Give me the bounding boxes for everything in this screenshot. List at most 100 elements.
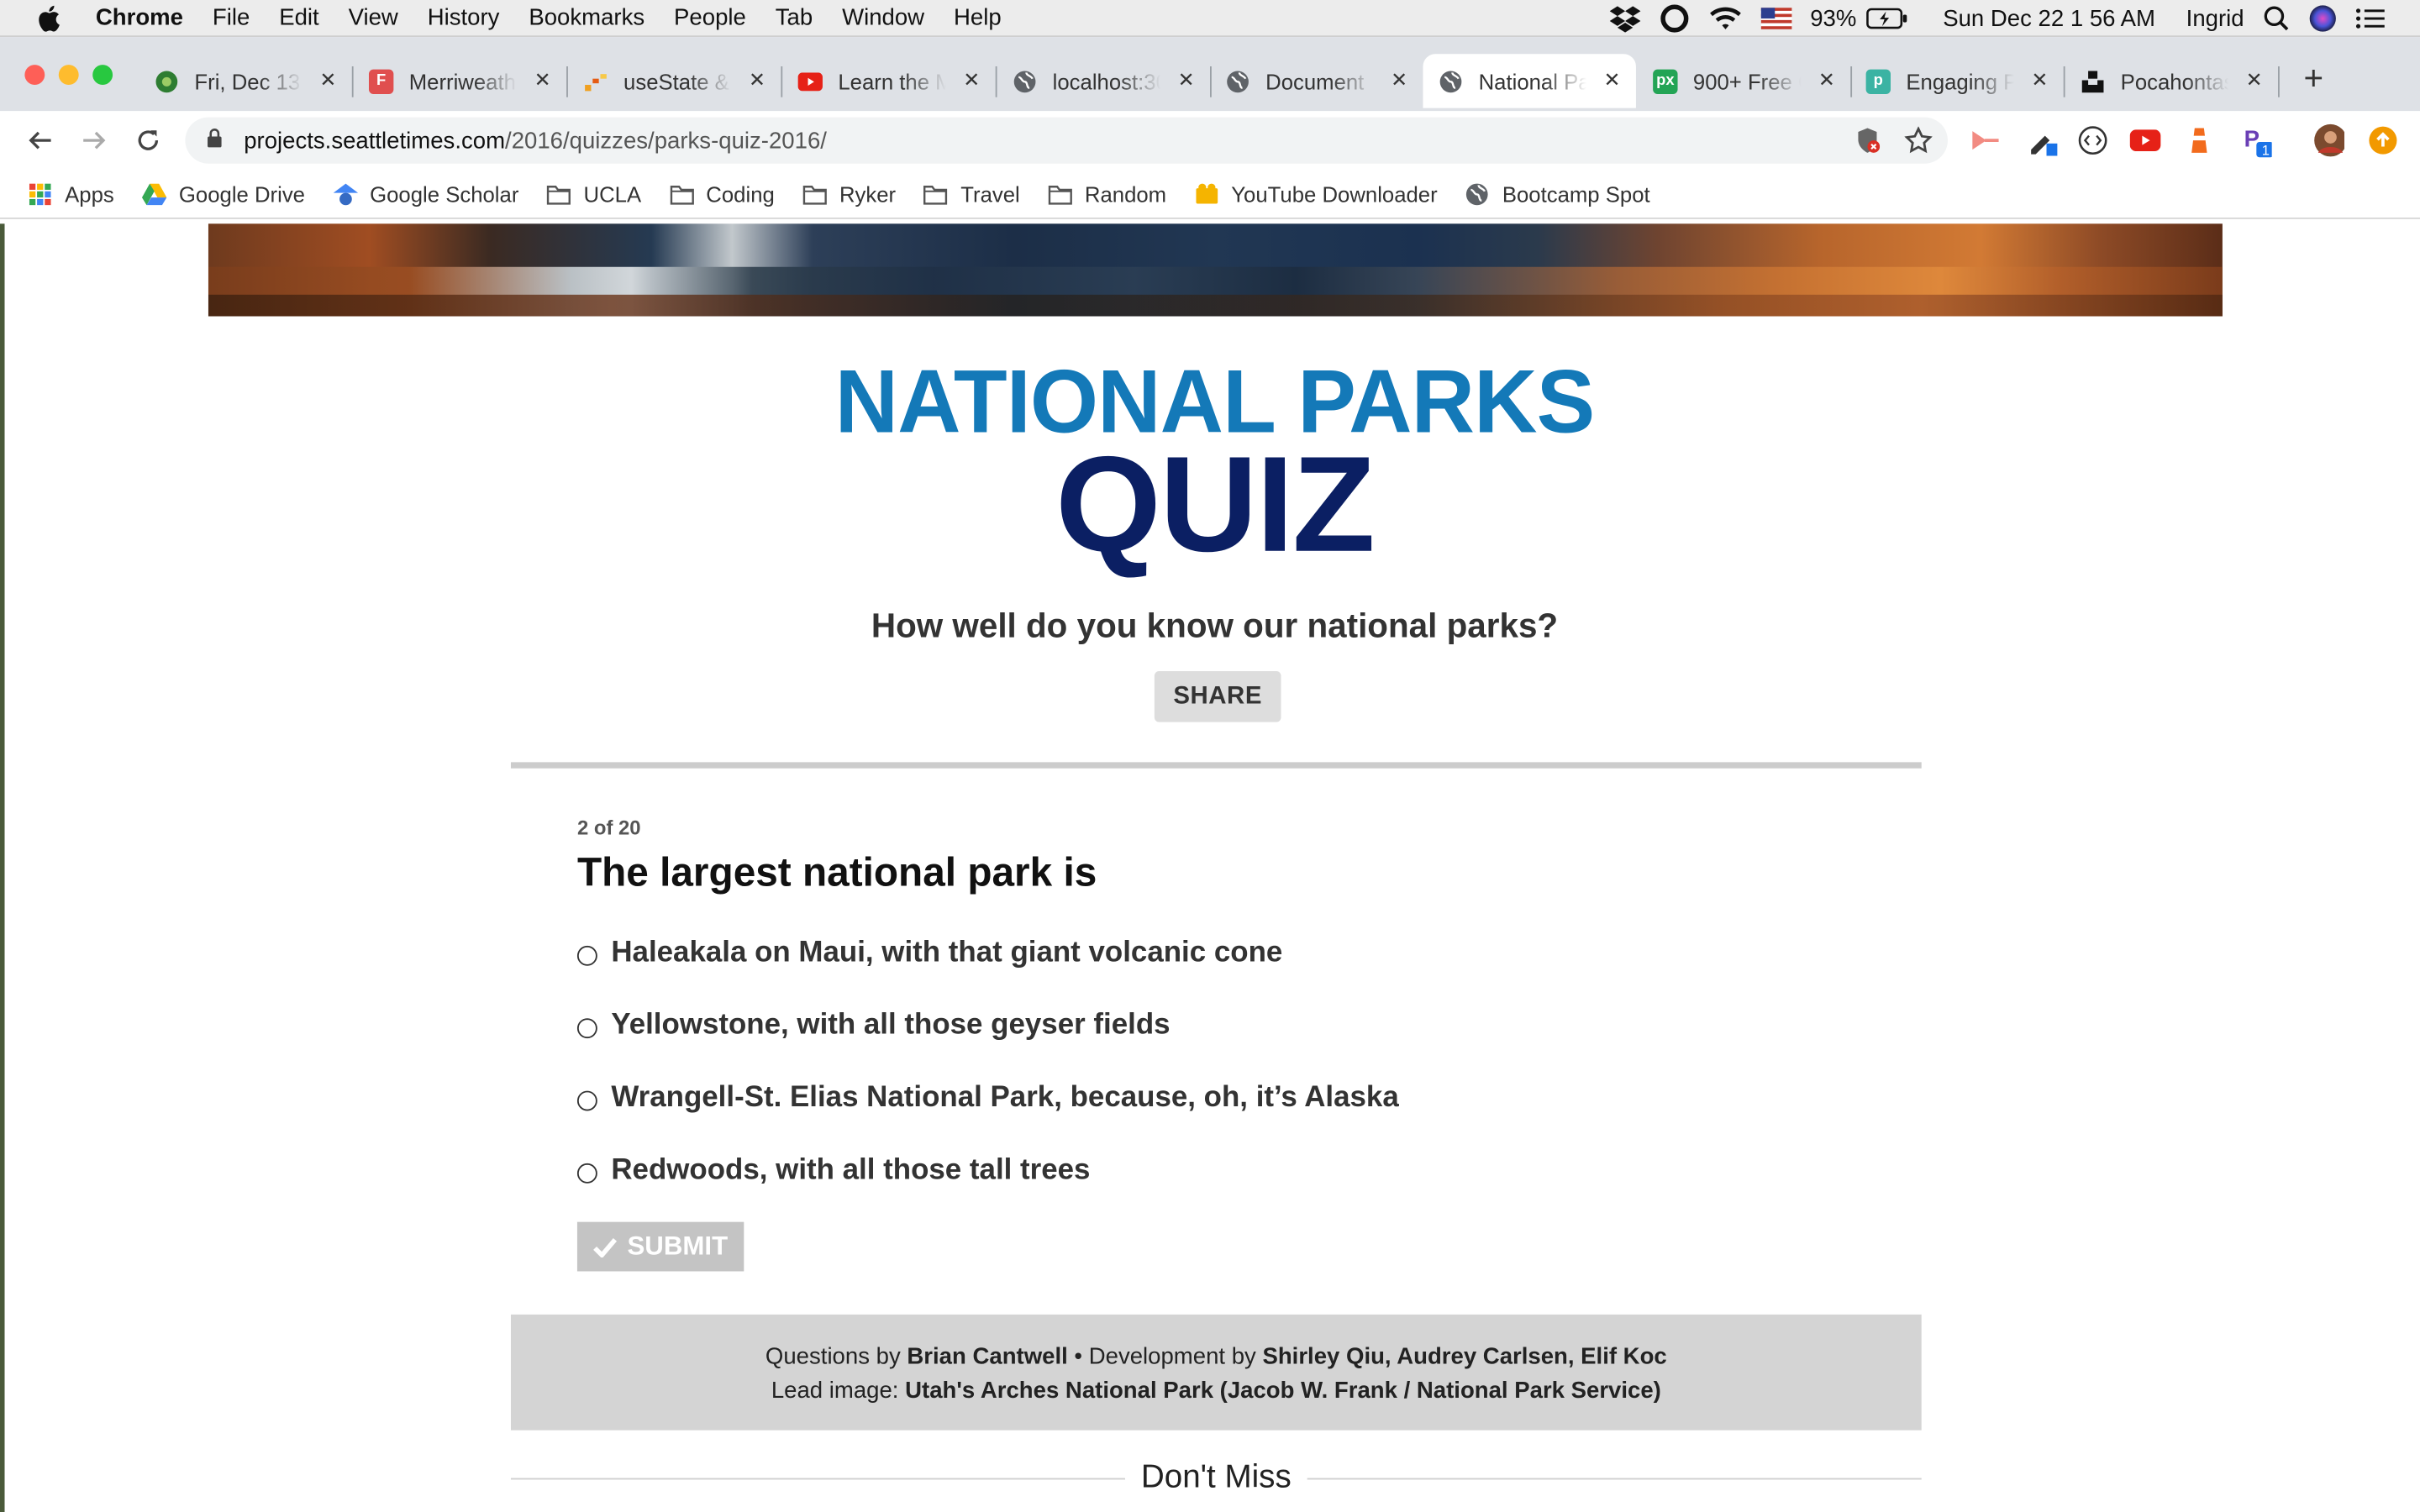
browser-tab[interactable]: localhost:3000 ✕ <box>997 54 1212 108</box>
window-controls <box>24 65 113 86</box>
tab-strip: Fri, Dec 13 2019✕FMerriweather✕useState … <box>0 37 2420 112</box>
close-tab-icon[interactable]: ✕ <box>319 66 336 94</box>
checkmark-icon <box>593 1237 618 1257</box>
close-tab-icon[interactable]: ✕ <box>1391 66 1407 94</box>
close-window-button[interactable] <box>24 65 45 86</box>
status-circle-icon[interactable] <box>1659 3 1690 34</box>
browser-tab[interactable]: Learn the MERN ✕ <box>782 54 997 108</box>
bookmark-coding[interactable]: Coding <box>669 181 775 206</box>
menu-history[interactable]: History <box>428 5 500 31</box>
battery-charging-icon[interactable] <box>1865 8 1908 29</box>
p-extension-icon[interactable]: P1 <box>2241 125 2272 157</box>
menu-app-name[interactable]: Chrome <box>96 5 183 31</box>
radio-button[interactable] <box>576 1089 597 1110</box>
bookmark-star-icon[interactable] <box>1904 126 1933 160</box>
close-tab-icon[interactable]: ✕ <box>1604 66 1621 94</box>
new-tab-button[interactable]: + <box>2296 59 2330 99</box>
browser-tab[interactable]: Pocahontas ✕ <box>2065 54 2280 108</box>
credits-image-prefix: Lead image: <box>771 1378 899 1404</box>
dropbox-icon[interactable] <box>1609 5 1641 32</box>
answer-option-2[interactable]: Yellowstone, with all those geyser field… <box>576 1009 1171 1042</box>
bookmark-random[interactable]: Random <box>1048 181 1166 206</box>
menu-tab[interactable]: Tab <box>776 5 813 31</box>
lighthouse-extension-icon[interactable] <box>2184 125 2215 156</box>
siri-icon[interactable] <box>2309 5 2337 33</box>
eyedropper-extension-icon[interactable] <box>2027 125 2058 156</box>
lock-icon[interactable] <box>207 128 222 154</box>
reload-button[interactable] <box>131 123 165 157</box>
folder-icon <box>669 181 693 206</box>
zoom-window-button[interactable] <box>92 65 113 86</box>
blocked-shield-icon[interactable] <box>1855 127 1881 160</box>
bookmark-google-scholar[interactable]: Google Scholar <box>333 181 518 206</box>
tab-title: Learn the MERN <box>838 68 946 94</box>
menu-file[interactable]: File <box>213 5 250 31</box>
folder-icon <box>802 181 827 206</box>
bookmark-bootcamp-spot[interactable]: Bootcamp Spot <box>1465 181 1650 206</box>
forward-button[interactable] <box>77 123 111 157</box>
submit-button[interactable]: SUBMIT <box>576 1221 744 1272</box>
bookmark-ryker[interactable]: Ryker <box>802 181 896 206</box>
battery-percent[interactable]: 93% <box>1810 5 1856 31</box>
us-flag-icon[interactable] <box>1760 8 1792 29</box>
share-button[interactable]: SHARE <box>1154 670 1281 722</box>
menu-edit[interactable]: Edit <box>279 5 318 31</box>
youtube-extension-icon[interactable] <box>2129 125 2161 156</box>
answer-option-1[interactable]: Haleakala on Maui, with that giant volca… <box>576 937 1282 970</box>
answer-option-4[interactable]: Redwoods, with all those tall trees <box>576 1154 1090 1188</box>
close-tab-icon[interactable]: ✕ <box>749 66 765 94</box>
bookmark-google-drive[interactable]: Google Drive <box>141 181 305 206</box>
update-icon[interactable] <box>2368 125 2399 156</box>
address-bar[interactable]: projects.seattletimes.com/2016/quizzes/p… <box>185 117 1948 164</box>
radio-button[interactable] <box>576 1017 597 1038</box>
answer-option-3[interactable]: Wrangell-St. Elias National Park, becaus… <box>576 1082 1399 1116</box>
browser-tab[interactable]: useState & useEffect ✕ <box>568 54 783 108</box>
bookmark-youtube-downloader[interactable]: YouTube Downloader <box>1194 181 1438 206</box>
menu-bookmarks[interactable]: Bookmarks <box>529 5 644 31</box>
dont-miss-header: Don't Miss <box>510 1458 1922 1499</box>
browser-tab[interactable]: F Merriweather ✕ <box>354 54 568 108</box>
submit-label: SUBMIT <box>627 1231 729 1261</box>
minimize-window-button[interactable] <box>58 65 79 86</box>
profile-avatar[interactable] <box>2313 123 2345 157</box>
user-name[interactable]: Ingrid <box>2186 5 2244 31</box>
menu-help[interactable]: Help <box>954 5 1002 31</box>
browser-tab[interactable]: National Parks Quiz ✕ <box>1423 54 1636 108</box>
notification-center-icon[interactable] <box>2355 6 2386 30</box>
answer-label[interactable]: Wrangell-St. Elias National Park, becaus… <box>611 1082 1398 1116</box>
answer-label[interactable]: Yellowstone, with all those geyser field… <box>611 1009 1170 1042</box>
globe-icon <box>1013 69 1037 93</box>
browser-tab[interactable]: px 900+ Free Graphics ✕ <box>1638 54 1853 108</box>
quiz-title-line2: QUIZ <box>1055 427 1376 580</box>
close-tab-icon[interactable]: ✕ <box>2031 66 2048 94</box>
clock-datetime[interactable]: Sun Dec 22 1 56 AM <box>1943 5 2155 31</box>
close-tab-icon[interactable]: ✕ <box>1818 66 1835 94</box>
menu-people[interactable]: People <box>674 5 746 31</box>
code-extension-icon[interactable] <box>2077 125 2108 156</box>
browser-tab[interactable]: Fri, Dec 13 2019 ✕ <box>139 54 354 108</box>
tab-title: 900+ Free Graphics <box>1692 68 1802 94</box>
spotlight-search-icon[interactable] <box>2263 5 2291 33</box>
browser-tab[interactable]: Document ✕ <box>1210 54 1423 108</box>
menu-view[interactable]: View <box>349 5 398 31</box>
close-tab-icon[interactable]: ✕ <box>963 66 980 94</box>
apple-menu-icon[interactable] <box>31 4 65 32</box>
question-counter: 2 of 20 <box>576 816 641 840</box>
wifi-icon[interactable] <box>1708 6 1742 30</box>
close-tab-icon[interactable]: ✕ <box>2246 66 2263 94</box>
share-extension-icon[interactable] <box>1970 125 2001 156</box>
apps-grid-icon <box>28 181 52 206</box>
radio-button[interactable] <box>576 1162 597 1183</box>
answer-label[interactable]: Redwoods, with all those tall trees <box>611 1154 1090 1188</box>
bookmark-apps[interactable]: Apps <box>28 181 114 206</box>
back-button[interactable] <box>24 123 57 157</box>
menu-window[interactable]: Window <box>842 5 924 31</box>
close-tab-icon[interactable]: ✕ <box>534 66 551 94</box>
browser-tab[interactable]: p Engaging Pages ✕ <box>1850 54 2065 108</box>
bookmark-ucla[interactable]: UCLA <box>546 181 641 206</box>
close-tab-icon[interactable]: ✕ <box>1178 66 1195 94</box>
radio-button[interactable] <box>576 945 597 965</box>
bookmark-travel[interactable]: Travel <box>923 181 1020 206</box>
answer-label[interactable]: Haleakala on Maui, with that giant volca… <box>611 937 1282 970</box>
question-text: The largest national park is <box>576 848 1097 895</box>
